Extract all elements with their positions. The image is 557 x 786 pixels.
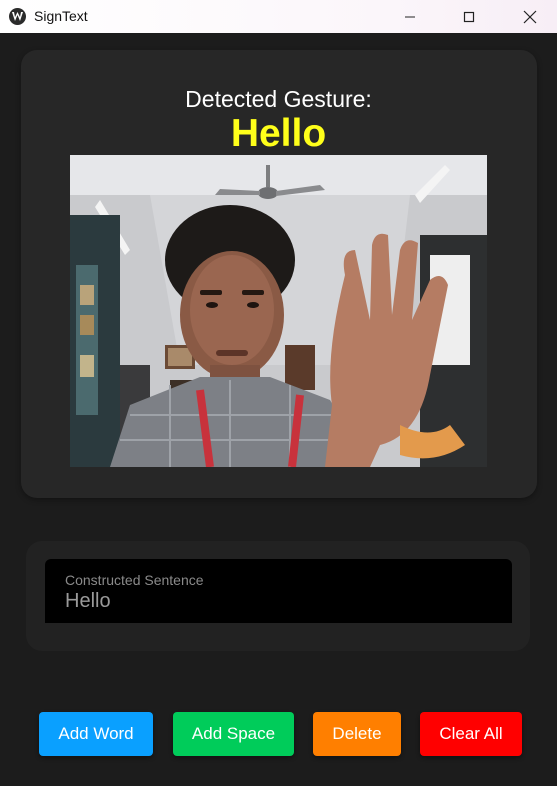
close-button[interactable] — [507, 0, 553, 33]
app-logo-icon — [9, 8, 26, 25]
app-window: SignText Detected Gesture: Hello Constru… — [0, 0, 557, 786]
window-title: SignText — [34, 8, 88, 24]
close-icon — [523, 10, 537, 23]
minimize-icon — [405, 16, 415, 17]
clear-all-button[interactable]: Clear All — [420, 712, 522, 756]
detected-gesture-value: Hello — [230, 112, 327, 155]
add-word-button[interactable]: Add Word — [39, 712, 153, 756]
constructed-sentence-label: Constructed Sentence — [65, 572, 204, 588]
add-space-button[interactable]: Add Space — [173, 712, 294, 756]
maximize-button[interactable] — [446, 0, 492, 33]
detected-gesture-label: Detected Gesture: — [185, 86, 372, 112]
minimize-button[interactable] — [387, 0, 433, 33]
title-bar: SignText — [0, 0, 557, 33]
camera-feed — [70, 155, 487, 467]
maximize-icon — [463, 11, 475, 22]
constructed-sentence-value: Hello — [65, 590, 111, 612]
delete-button[interactable]: Delete — [313, 712, 401, 756]
constructed-sentence-field[interactable] — [45, 559, 512, 623]
camera-feed-image — [70, 155, 487, 467]
